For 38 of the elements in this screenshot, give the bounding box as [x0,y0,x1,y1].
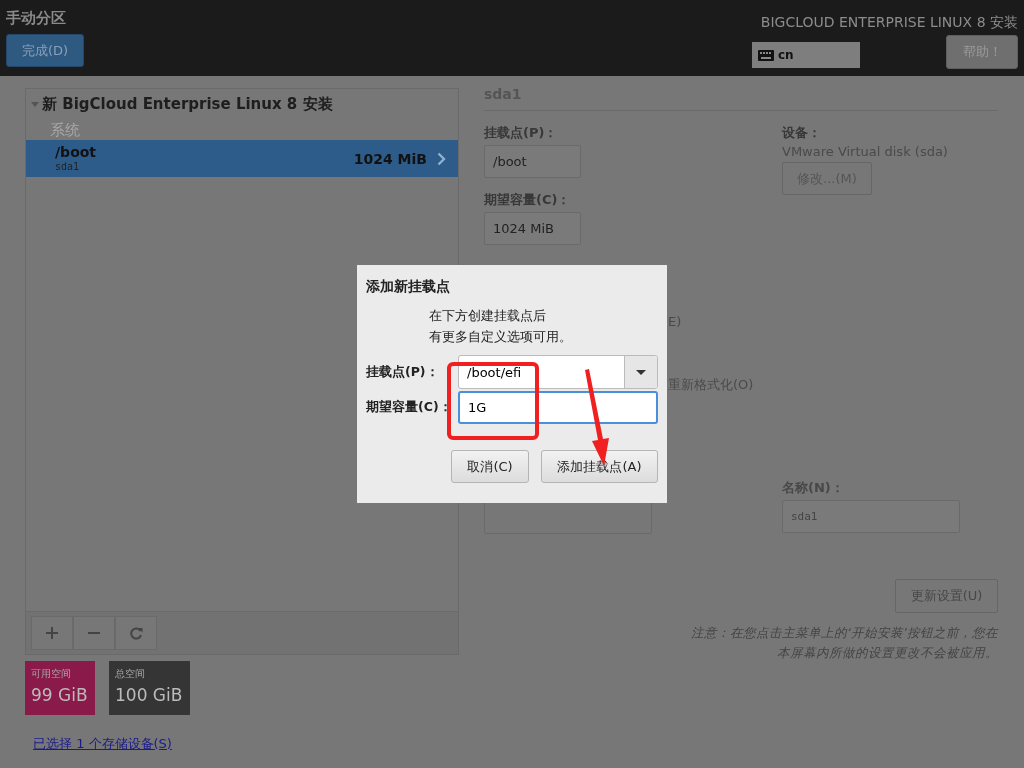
capacity-field[interactable]: 1024 MiB [484,212,581,245]
add-button[interactable] [31,616,73,650]
mount-point-field[interactable]: /boot/efi [459,356,624,388]
add-mount-point-button[interactable]: 添加挂载点(A) [541,450,658,483]
installation-title: 新 BigCloud Enterprise Linux 8 安装 [42,94,333,114]
space-label: 可用空间 [31,667,72,681]
done-button[interactable]: 完成(D) [6,34,84,67]
device-label: 设备： [782,125,822,141]
product-title: BIGCLOUD ENTERPRISE LINUX 8 安装 [760,13,1018,32]
space-value: 100 GiB [115,684,184,706]
dialog-title: 添加新挂载点 [366,277,451,295]
mount-point-combo[interactable]: /boot/efi [458,355,658,389]
keyboard-layout-indicator[interactable]: cn [752,42,860,68]
partition-row[interactable]: /boot sda1 1024 MiB [26,140,458,177]
device-text: sda1 [55,161,81,173]
refresh-button[interactable] [115,616,157,650]
remove-button[interactable] [73,616,115,650]
size-text: 1024 MiB [353,150,427,167]
keyboard-icon [758,49,774,61]
mount-point-field[interactable]: /boot [484,145,581,178]
screen-title: 手动分区 [6,8,67,28]
capacity-label: 期望容量(C)： [484,192,572,208]
dropdown-button[interactable] [624,356,657,388]
add-icon [46,627,58,639]
mount-point-label: 挂载点(P)： [366,363,440,381]
space-label: 总空间 [115,667,146,681]
space-value: 99 GiB [31,684,89,706]
expander-icon[interactable] [30,99,40,109]
mount-point-label: 挂载点(P)： [484,125,559,141]
mount-point-text: /boot [55,144,98,161]
dropdown-arrow-icon [636,369,646,375]
capacity-field[interactable]: 1G [458,391,658,424]
chevron-right-icon [437,151,446,166]
cancel-button[interactable]: 取消(C) [451,450,529,483]
capacity-label: 期望容量(C)： [366,399,453,416]
storage-devices-link[interactable]: 已选择 1 个存储设备(S) [33,735,172,753]
refresh-icon [129,626,143,640]
dialog-message: 在下方创建挂载点后 有更多自定义选项可用。 [429,307,573,346]
